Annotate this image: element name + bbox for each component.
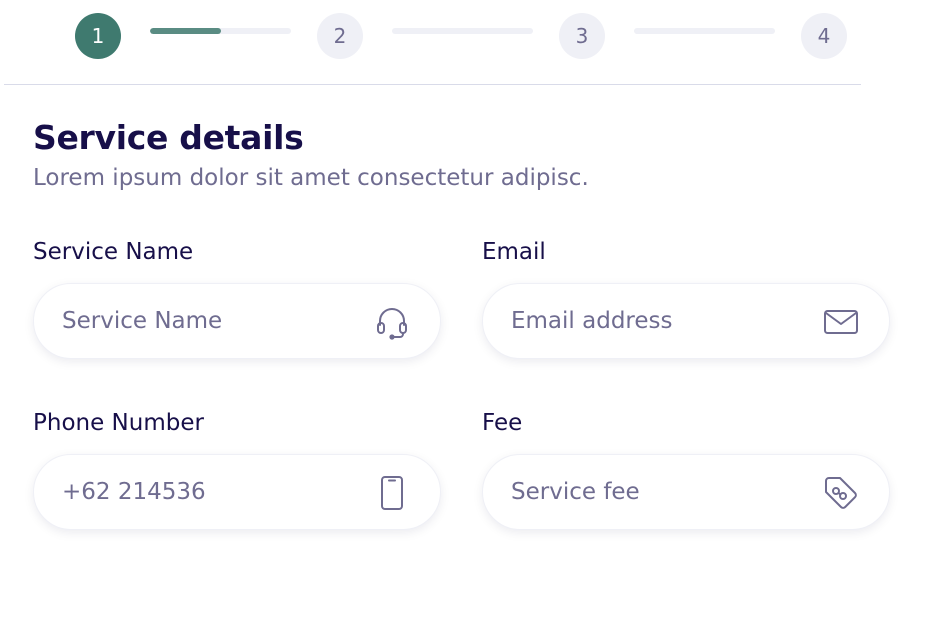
fee-box[interactable] [482,454,890,530]
service-name-field: Service Name [33,237,441,359]
email-label: Email [482,239,546,265]
progress-stepper: 1 2 3 4 [0,0,939,84]
step-4-indicator[interactable]: 4 [801,13,847,59]
phone-icon [374,475,410,511]
step-2-progress-track [392,28,533,34]
headset-icon [374,304,410,340]
email-box[interactable] [482,283,890,359]
page-title: Service details [33,118,304,157]
step-1-progress-fill [150,28,221,34]
phone-number-box[interactable] [33,454,441,530]
phone-number-input[interactable] [62,455,362,529]
fee-field: Fee [482,408,890,530]
fee-label: Fee [482,410,523,436]
mail-icon [823,304,859,340]
step-1-indicator[interactable]: 1 [75,13,121,59]
stepper-divider [4,84,861,85]
step-1-progress-track [150,28,291,34]
price-tag-icon [823,475,859,511]
step-2-indicator[interactable]: 2 [317,13,363,59]
service-name-label: Service Name [33,239,194,265]
phone-number-field: Phone Number [33,408,441,530]
email-field: Email [482,237,890,359]
fee-input[interactable] [511,455,811,529]
email-input[interactable] [511,284,811,358]
page-subtitle: Lorem ipsum dolor sit amet consectetur a… [33,165,589,191]
service-name-input[interactable] [62,284,362,358]
step-3-progress-track [634,28,775,34]
phone-number-label: Phone Number [33,410,204,436]
service-name-box[interactable] [33,283,441,359]
step-3-indicator[interactable]: 3 [559,13,605,59]
